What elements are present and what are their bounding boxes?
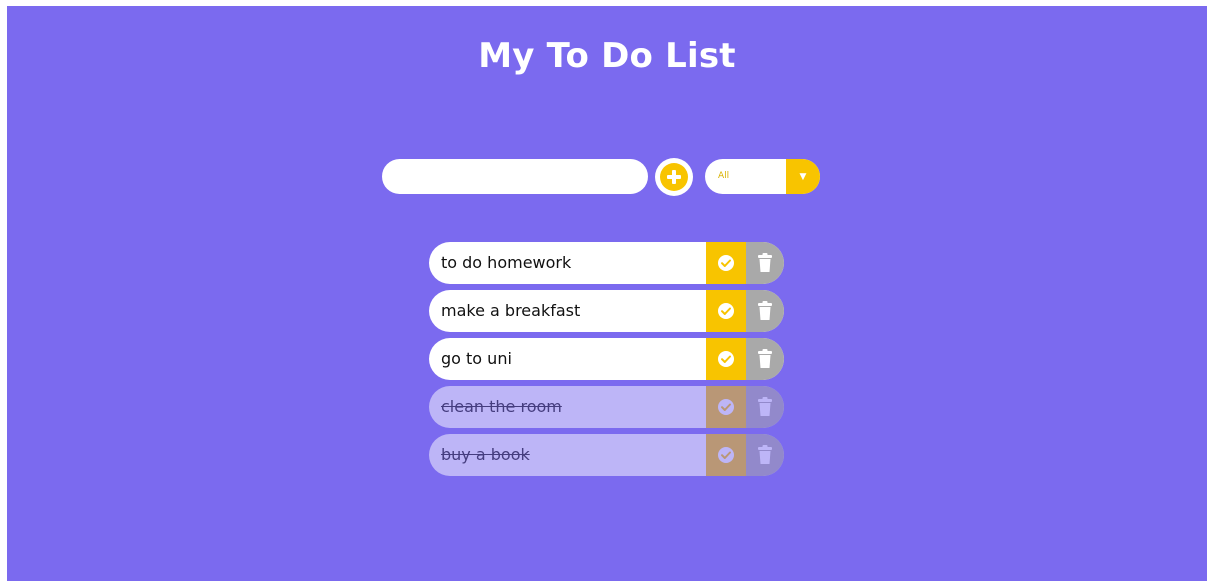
trash-icon [758, 253, 772, 272]
todo-text: clean the room [441, 397, 562, 416]
trash-icon [758, 301, 772, 320]
todo-app: My To Do List All ▼ to do homework make … [7, 6, 1207, 581]
todo-item-completed: clean the room [429, 386, 784, 428]
delete-button[interactable] [746, 386, 784, 428]
add-todo-button[interactable] [655, 158, 693, 196]
check-circle-icon [718, 399, 734, 415]
complete-button[interactable] [706, 338, 746, 380]
filter-select[interactable]: All ▼ [705, 159, 820, 194]
delete-button[interactable] [746, 434, 784, 476]
todo-item: make a breakfast [429, 290, 784, 332]
trash-icon [758, 397, 772, 416]
check-circle-icon [718, 303, 734, 319]
todo-item: to do homework [429, 242, 784, 284]
filter-dropdown-button[interactable]: ▼ [786, 159, 820, 194]
todo-text: to do homework [441, 253, 572, 272]
caret-down-icon: ▼ [799, 172, 807, 182]
todo-text: buy a book [441, 445, 530, 464]
plus-icon [667, 170, 681, 184]
complete-button[interactable] [706, 434, 746, 476]
todo-text: go to uni [441, 349, 512, 368]
complete-button[interactable] [706, 290, 746, 332]
check-circle-icon [718, 351, 734, 367]
trash-icon [758, 349, 772, 368]
todo-item-completed: buy a book [429, 434, 784, 476]
todo-item: go to uni [429, 338, 784, 380]
todo-input[interactable] [382, 159, 648, 194]
delete-button[interactable] [746, 290, 784, 332]
delete-button[interactable] [746, 338, 784, 380]
filter-selected-value: All [718, 171, 730, 181]
page-title: My To Do List [478, 36, 736, 76]
complete-button[interactable] [706, 386, 746, 428]
complete-button[interactable] [706, 242, 746, 284]
delete-button[interactable] [746, 242, 784, 284]
check-circle-icon [718, 255, 734, 271]
check-circle-icon [718, 447, 734, 463]
todo-list: to do homework make a breakfast go to un… [429, 242, 784, 482]
trash-icon [758, 445, 772, 464]
todo-text: make a breakfast [441, 301, 581, 320]
